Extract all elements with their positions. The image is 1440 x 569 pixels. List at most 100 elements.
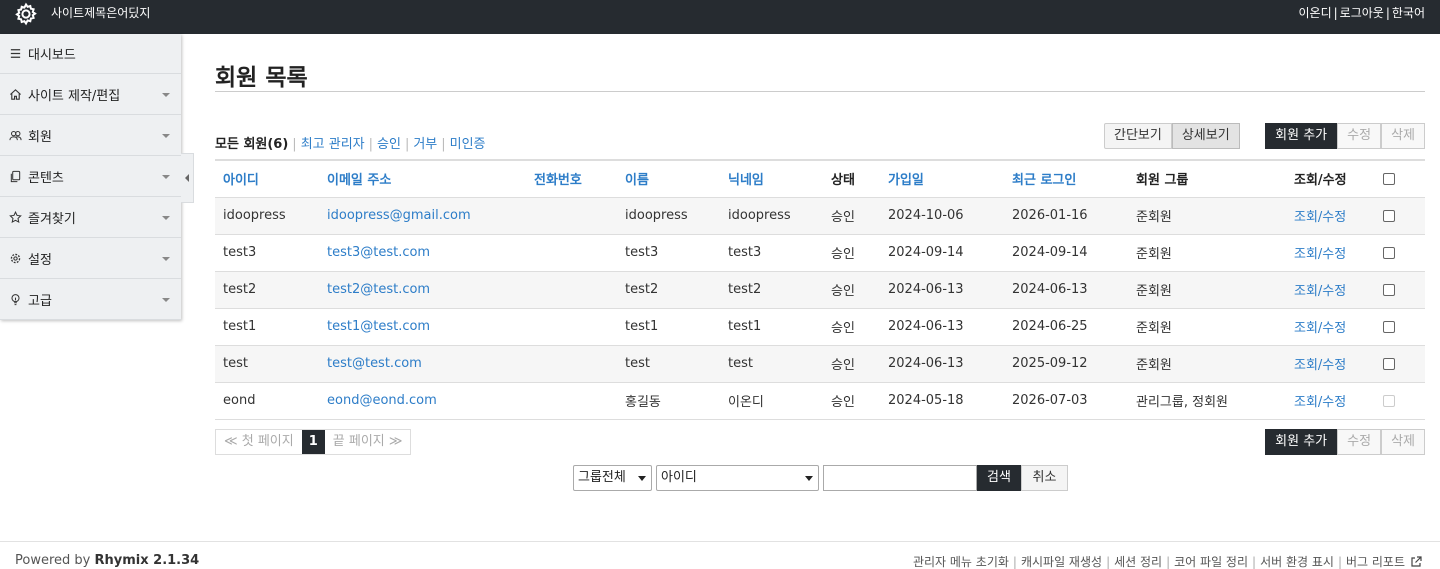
edit-button[interactable]: 수정 bbox=[1337, 429, 1382, 455]
filter-denied[interactable]: 거부 bbox=[413, 137, 437, 152]
row-checkbox[interactable] bbox=[1383, 357, 1395, 370]
filter-all-members[interactable]: 모든 회원(6) bbox=[215, 137, 288, 152]
reset-admin-menu-link[interactable]: 관리자 메뉴 초기화 bbox=[913, 553, 1009, 569]
user-name-link[interactable]: 이온디 bbox=[1298, 6, 1331, 20]
cell-view-edit: 조회/수정 bbox=[1286, 308, 1375, 346]
column-header-phone[interactable]: 전화번호 bbox=[526, 160, 617, 198]
bulb-icon bbox=[8, 292, 22, 306]
add-member-button[interactable]: 회원 추가 bbox=[1265, 123, 1338, 149]
delete-button[interactable]: 삭제 bbox=[1381, 429, 1425, 455]
powered-by: Powered by Rhymix 2.1.34 bbox=[15, 553, 199, 568]
edit-button[interactable]: 수정 bbox=[1337, 123, 1382, 149]
search-button[interactable]: 검색 bbox=[977, 465, 1021, 491]
delete-button[interactable]: 삭제 bbox=[1381, 123, 1425, 149]
view-edit-link[interactable]: 조회/수정 bbox=[1294, 358, 1346, 373]
detail-view-button[interactable]: 상세보기 bbox=[1171, 123, 1240, 149]
table-row: idoopress idoopress@gmail.com idoopress … bbox=[215, 197, 1425, 235]
cell-status: 승인 bbox=[823, 197, 880, 235]
cell-name: test3 bbox=[617, 234, 720, 272]
current-page[interactable]: 1 bbox=[301, 430, 325, 454]
separator: | bbox=[1106, 554, 1111, 569]
row-checkbox[interactable] bbox=[1383, 283, 1395, 296]
add-member-button[interactable]: 회원 추가 bbox=[1265, 429, 1338, 455]
search-field-select[interactable]: 아이디 bbox=[656, 465, 819, 491]
separator: | bbox=[1333, 6, 1338, 20]
cell-select bbox=[1375, 234, 1425, 272]
view-edit-link[interactable]: 조회/수정 bbox=[1294, 247, 1346, 262]
email-link[interactable]: test@test.com bbox=[327, 356, 422, 371]
external-link-icon bbox=[1411, 555, 1422, 567]
clear-sessions-link[interactable]: 세션 정리 bbox=[1114, 553, 1162, 569]
row-checkbox[interactable] bbox=[1383, 209, 1395, 222]
row-checkbox[interactable] bbox=[1383, 320, 1395, 333]
view-edit-link[interactable]: 조회/수정 bbox=[1294, 284, 1346, 299]
table-row: test2 test2@test.com test2 test2 승인 2024… bbox=[215, 271, 1425, 309]
star-icon bbox=[8, 210, 22, 224]
regenerate-cache-link[interactable]: 캐시파일 재생성 bbox=[1021, 553, 1102, 569]
email-link[interactable]: test3@test.com bbox=[327, 245, 430, 260]
sidebar-item-site-edit[interactable]: 사이트 제작/편집 bbox=[0, 74, 181, 115]
sidebar-collapse-handle[interactable] bbox=[181, 153, 194, 203]
column-header-view-edit: 조회/수정 bbox=[1286, 160, 1375, 198]
cell-email: test2@test.com bbox=[319, 271, 526, 309]
simple-view-button[interactable]: 간단보기 bbox=[1104, 123, 1172, 149]
cancel-button[interactable]: 취소 bbox=[1021, 465, 1068, 491]
cell-joined: 2024-06-13 bbox=[880, 308, 1004, 346]
first-page-link[interactable]: ≪ 첫 페이지 bbox=[216, 430, 302, 454]
column-header-nickname[interactable]: 닉네임 bbox=[720, 160, 823, 198]
filter-unverified[interactable]: 미인증 bbox=[450, 137, 486, 152]
sidebar-item-settings[interactable]: 설정 bbox=[0, 238, 181, 279]
column-header-group: 회원 그룹 bbox=[1128, 160, 1286, 198]
clean-core-files-link[interactable]: 코어 파일 정리 bbox=[1174, 553, 1248, 569]
email-link[interactable]: test1@test.com bbox=[327, 319, 430, 334]
view-edit-link[interactable]: 조회/수정 bbox=[1294, 210, 1346, 225]
member-filter: 모든 회원(6) | 최고 관리자 | 승인 | 거부 | 미인증 bbox=[215, 133, 486, 152]
view-toggle: 간단보기 상세보기 bbox=[1104, 123, 1240, 149]
gear-icon[interactable] bbox=[14, 2, 38, 26]
cell-phone bbox=[526, 308, 617, 346]
view-edit-link[interactable]: 조회/수정 bbox=[1294, 321, 1346, 336]
filter-approved[interactable]: 승인 bbox=[377, 137, 401, 152]
separator: | bbox=[368, 137, 374, 152]
sidebar-item-advanced[interactable]: 고급 bbox=[0, 279, 181, 320]
cell-select bbox=[1375, 308, 1425, 346]
email-link[interactable]: test2@test.com bbox=[327, 282, 430, 297]
cell-view-edit: 조회/수정 bbox=[1286, 382, 1375, 420]
logout-link[interactable]: 로그아웃 bbox=[1340, 6, 1384, 20]
view-edit-link[interactable]: 조회/수정 bbox=[1294, 395, 1346, 410]
cell-last-login: 2024-06-25 bbox=[1004, 308, 1128, 346]
group-select[interactable]: 그룹전체 bbox=[573, 465, 652, 491]
column-header-id[interactable]: 아이디 bbox=[215, 160, 319, 198]
member-table: 아이디 이메일 주소 전화번호 이름 닉네임 상태 가입일 최근 로그인 회원 … bbox=[215, 159, 1425, 420]
column-header-joined[interactable]: 가입일 bbox=[880, 160, 1004, 198]
cell-group: 준회원 bbox=[1128, 345, 1286, 383]
sidebar-item-dashboard[interactable]: 대시보드 bbox=[0, 34, 181, 74]
server-env-link[interactable]: 서버 환경 표시 bbox=[1260, 553, 1334, 569]
cell-nickname: test bbox=[720, 345, 823, 383]
search-input[interactable] bbox=[823, 465, 977, 491]
cell-view-edit: 조회/수정 bbox=[1286, 234, 1375, 272]
sidebar-item-members[interactable]: 회원 bbox=[0, 115, 181, 156]
separator: | bbox=[292, 137, 297, 152]
email-link[interactable]: idoopress@gmail.com bbox=[327, 208, 471, 223]
row-checkbox[interactable] bbox=[1383, 246, 1395, 259]
sidebar-item-contents[interactable]: 콘텐츠 bbox=[0, 156, 181, 197]
language-link[interactable]: 한국어 bbox=[1392, 6, 1425, 20]
chevron-down-icon bbox=[162, 134, 170, 138]
bug-report-link[interactable]: 버그 리포트 bbox=[1346, 553, 1405, 569]
column-header-email[interactable]: 이메일 주소 bbox=[319, 160, 526, 198]
column-header-select-all bbox=[1375, 160, 1425, 198]
cell-group: 준회원 bbox=[1128, 308, 1286, 346]
sidebar-item-favorites[interactable]: 즐겨찾기 bbox=[0, 197, 181, 238]
cell-phone bbox=[526, 345, 617, 383]
site-title[interactable]: 사이트제목은어딨지 bbox=[51, 4, 150, 21]
last-page-link[interactable]: 끝 페이지 ≫ bbox=[325, 430, 411, 454]
column-header-last-login[interactable]: 최근 로그인 bbox=[1004, 160, 1128, 198]
cell-nickname: 이온디 bbox=[720, 382, 823, 420]
powered-product[interactable]: Rhymix 2.1.34 bbox=[95, 553, 200, 568]
filter-super-admin[interactable]: 최고 관리자 bbox=[301, 137, 365, 152]
table-row: test3 test3@test.com test3 test3 승인 2024… bbox=[215, 234, 1425, 272]
column-header-name[interactable]: 이름 bbox=[617, 160, 720, 198]
email-link[interactable]: eond@eond.com bbox=[327, 393, 437, 408]
select-all-checkbox[interactable] bbox=[1383, 172, 1395, 185]
